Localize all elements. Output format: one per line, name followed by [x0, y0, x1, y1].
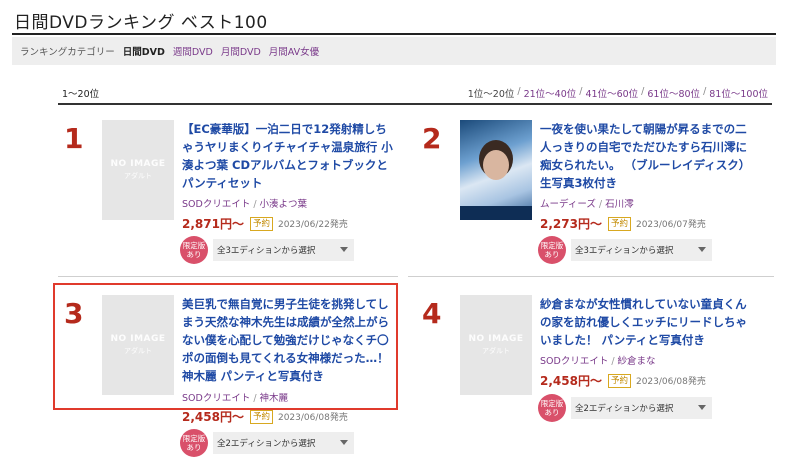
product-thumbnail[interactable]: NO IMAGE アダルト — [102, 120, 174, 220]
preorder-badge: 予約 — [249, 216, 273, 231]
product-title-link[interactable]: 一夜を使い果たして朝陽が昇るまでの二人っきりの自宅でただひたすら石川澪に痴女られ… — [540, 120, 752, 192]
edition-select-label: 全3エディションから選択 — [217, 246, 316, 256]
limited-badge-line2: あり — [186, 443, 202, 452]
range-separator: / — [517, 86, 521, 97]
edition-select-label: 全3エディションから選択 — [575, 246, 674, 256]
dropdown-arrow-icon — [340, 247, 348, 252]
edition-select-label: 全2エディションから選択 — [217, 439, 316, 449]
row-divider — [58, 276, 398, 277]
release-date: 2023/06/07発売 — [635, 220, 706, 230]
range-21-40-link[interactable]: 21位～40位 — [524, 86, 577, 100]
edition-select-label: 全2エディションから選択 — [575, 404, 674, 414]
range-separator: / — [703, 86, 707, 97]
limited-edition-badge: 限定版 あり — [538, 394, 566, 422]
limited-badge-line2: あり — [186, 250, 202, 259]
category-weekly-dvd[interactable]: 週間DVD — [173, 44, 213, 58]
category-monthly-actress[interactable]: 月間AV女優 — [269, 44, 319, 58]
edition-select[interactable]: 全2エディションから選択 — [571, 397, 712, 419]
maker-link[interactable]: SODクリエイト — [182, 199, 250, 210]
maker-link[interactable]: SODクリエイト — [540, 356, 608, 367]
range-divider — [58, 103, 772, 105]
product-thumbnail[interactable] — [460, 120, 532, 220]
limited-badge-line1: 限定版 — [540, 399, 564, 408]
limited-edition-badge: 限定版 あり — [180, 429, 208, 457]
maker-link[interactable]: ムーディーズ — [540, 199, 596, 210]
price-row: 2,871円～ 予約 2023/06/22発売 — [182, 215, 348, 232]
release-date: 2023/06/08発売 — [277, 413, 348, 423]
rank-number: 1 — [64, 122, 84, 155]
current-range: 1～20位 — [62, 89, 100, 100]
range-61-80-link[interactable]: 61位～80位 — [647, 86, 700, 100]
edition-select[interactable]: 全2エディションから選択 — [213, 432, 354, 454]
limited-edition-badge: 限定版 あり — [180, 236, 208, 264]
actress-link[interactable]: 石川澪 — [605, 199, 634, 210]
page-title: 日間DVDランキング ベスト100 — [14, 13, 268, 33]
edition-select[interactable]: 全3エディションから選択 — [571, 239, 712, 261]
title-divider — [12, 33, 776, 35]
price: 2,273円～ — [540, 217, 602, 231]
price-row: 2,458円～ 予約 2023/06/08発売 — [182, 408, 348, 425]
range-81-100-link[interactable]: 81位～100位 — [709, 86, 768, 100]
ranking-item: 4 NO IMAGE アダルト 紗倉まなが女性慣れしていない童貞くんの家を訪れ優… — [408, 287, 763, 452]
row-divider — [408, 276, 774, 277]
price: 2,871円～ — [182, 217, 244, 231]
preorder-badge: 予約 — [249, 409, 273, 424]
price: 2,458円～ — [182, 410, 244, 424]
category-label: ランキングカテゴリー — [20, 47, 115, 58]
maker-line: SODクリエイト / 紗倉まな — [540, 356, 656, 367]
preorder-badge: 予約 — [607, 216, 631, 231]
product-title-link[interactable]: 【EC豪華版】一泊二日で12発射精しちゃうヤリまくりイチャイチャ温泉旅行 小湊よ… — [182, 120, 394, 192]
highlight-box — [53, 283, 398, 410]
price: 2,458円～ — [540, 374, 602, 388]
no-image-subtext: アダルト — [124, 172, 152, 180]
category-daily-dvd[interactable]: 日間DVD — [123, 44, 165, 58]
range-41-60-link[interactable]: 41位～60位 — [585, 86, 638, 100]
no-image-subtext: アダルト — [482, 347, 510, 355]
release-date: 2023/06/08発売 — [635, 377, 706, 387]
dropdown-arrow-icon — [340, 440, 348, 445]
no-image-text: NO IMAGE — [468, 334, 524, 344]
dropdown-arrow-icon — [698, 405, 706, 410]
cover-photo-icon — [483, 150, 509, 180]
no-image-text: NO IMAGE — [110, 159, 166, 169]
actress-link[interactable]: 小湊よつ葉 — [260, 199, 308, 210]
price-row: 2,458円～ 予約 2023/06/08発売 — [540, 372, 706, 389]
range-nav: 1位～20位 / 21位～40位 / 41位～60位 / 61位～80位 / 8… — [468, 86, 768, 100]
price-row: 2,273円～ 予約 2023/06/07発売 — [540, 215, 706, 232]
release-date: 2023/06/22発売 — [277, 220, 348, 230]
cover-strip — [460, 206, 532, 220]
limited-badge-line1: 限定版 — [182, 241, 206, 250]
category-monthly-dvd[interactable]: 月間DVD — [221, 44, 261, 58]
limited-badge-line2: あり — [544, 408, 560, 417]
dropdown-arrow-icon — [698, 247, 706, 252]
limited-badge-line1: 限定版 — [540, 241, 564, 250]
rank-number: 2 — [422, 122, 442, 155]
limited-badge-line1: 限定版 — [182, 434, 206, 443]
actress-link[interactable]: 紗倉まな — [618, 356, 656, 367]
range-1-20: 1位～20位 — [467, 89, 515, 100]
range-separator: / — [579, 86, 583, 97]
ranking-item: 1 NO IMAGE アダルト 【EC豪華版】一泊二日で12発射精しちゃうヤリま… — [50, 112, 405, 277]
rank-number: 4 — [422, 297, 442, 330]
maker-line: SODクリエイト / 小湊よつ葉 — [182, 199, 308, 210]
category-bar: ランキングカテゴリー 日間DVD 週間DVD 月間DVD 月間AV女優 — [12, 37, 776, 65]
ranking-item: 2 一夜を使い果たして朝陽が昇るまでの二人っきりの自宅でただひたすら石川澪に痴女… — [408, 112, 763, 277]
product-title-link[interactable]: 紗倉まなが女性慣れしていない童貞くんの家を訪れ優しくエッチにリードしちゃいました… — [540, 295, 752, 349]
range-separator: / — [641, 86, 645, 97]
maker-line: ムーディーズ / 石川澪 — [540, 199, 634, 210]
product-thumbnail[interactable]: NO IMAGE アダルト — [460, 295, 532, 395]
preorder-badge: 予約 — [607, 373, 631, 388]
limited-edition-badge: 限定版 あり — [538, 236, 566, 264]
edition-select[interactable]: 全3エディションから選択 — [213, 239, 354, 261]
limited-badge-line2: あり — [544, 250, 560, 259]
